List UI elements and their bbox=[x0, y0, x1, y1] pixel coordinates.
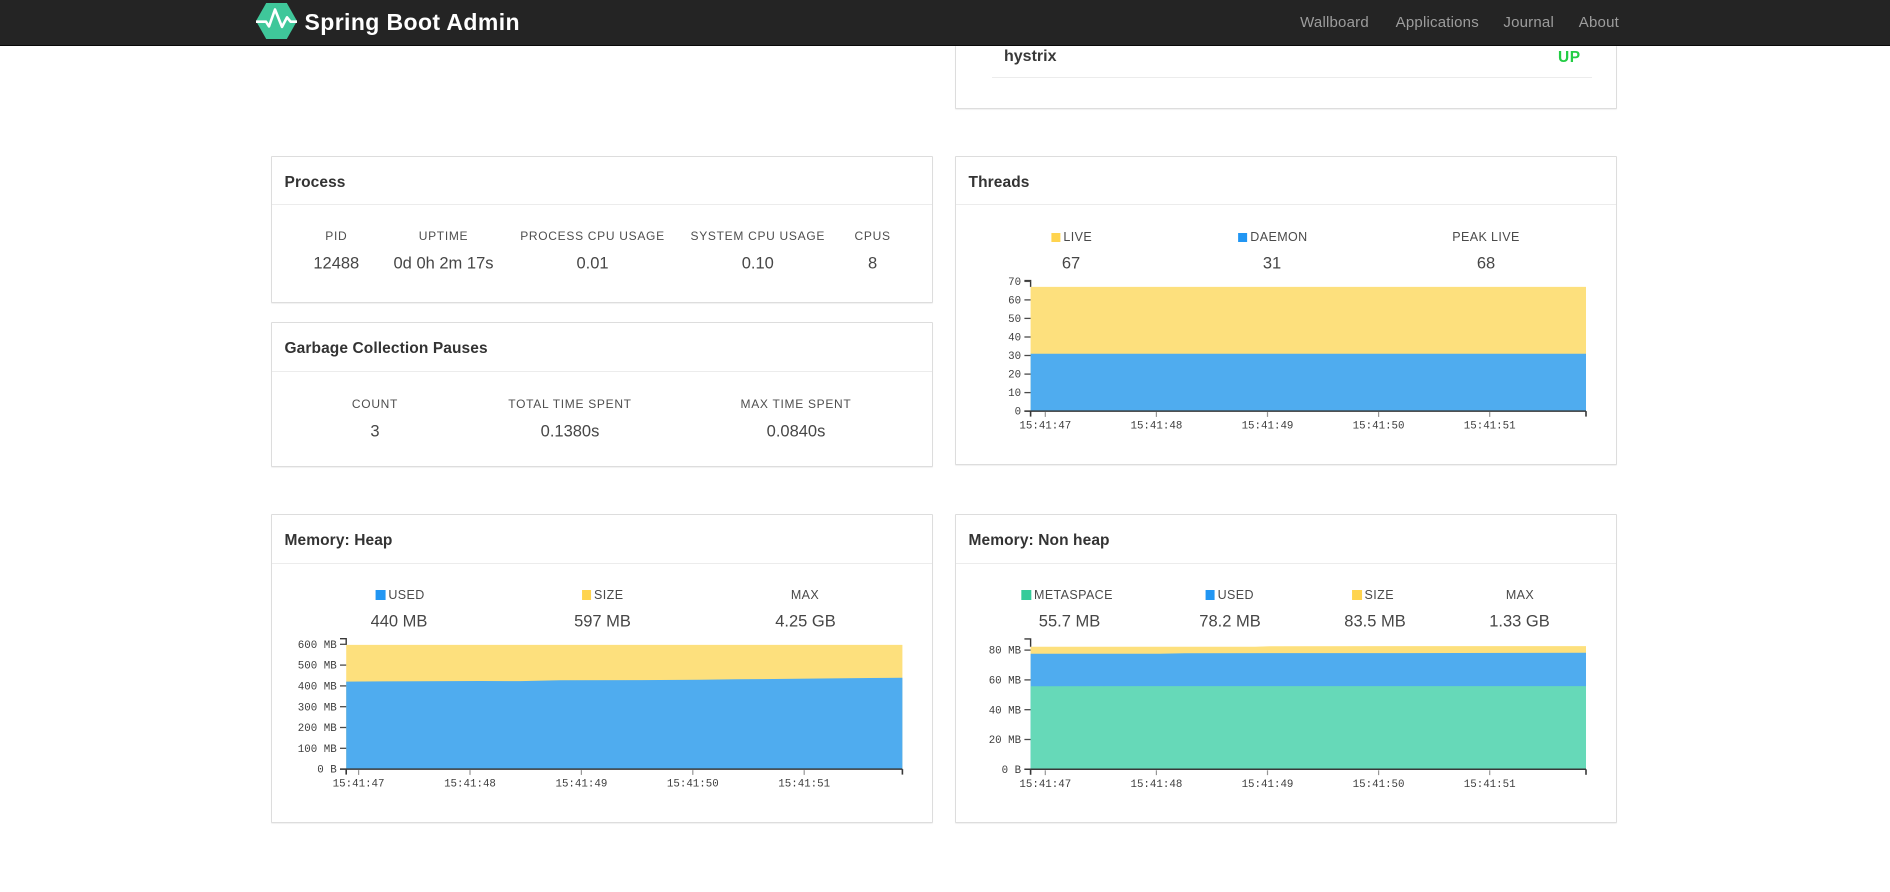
svg-text:60 MB: 60 MB bbox=[989, 676, 1022, 688]
svg-text:20 MB: 20 MB bbox=[989, 735, 1022, 747]
svg-text:15:41:48: 15:41:48 bbox=[444, 779, 496, 791]
svg-text:60: 60 bbox=[1008, 296, 1021, 308]
svg-text:15:41:49: 15:41:49 bbox=[1242, 779, 1294, 791]
svg-text:15:41:47: 15:41:47 bbox=[1019, 421, 1071, 433]
svg-text:10: 10 bbox=[1008, 388, 1021, 400]
svg-text:300 MB: 300 MB bbox=[298, 702, 337, 714]
svg-text:0: 0 bbox=[1015, 407, 1021, 419]
svg-text:40 MB: 40 MB bbox=[989, 705, 1022, 717]
svg-text:20: 20 bbox=[1008, 370, 1021, 382]
svg-text:70: 70 bbox=[1008, 277, 1021, 289]
svg-text:15:41:50: 15:41:50 bbox=[1353, 421, 1405, 433]
svg-text:15:41:47: 15:41:47 bbox=[1019, 779, 1071, 791]
svg-text:500 MB: 500 MB bbox=[298, 661, 337, 673]
svg-text:15:41:51: 15:41:51 bbox=[778, 779, 830, 791]
svg-text:15:41:51: 15:41:51 bbox=[1464, 779, 1516, 791]
svg-text:15:41:48: 15:41:48 bbox=[1130, 779, 1182, 791]
svg-text:15:41:51: 15:41:51 bbox=[1464, 421, 1516, 433]
svg-text:100 MB: 100 MB bbox=[298, 744, 337, 756]
svg-text:15:41:47: 15:41:47 bbox=[333, 779, 385, 791]
svg-text:30: 30 bbox=[1008, 351, 1021, 363]
svg-text:15:41:48: 15:41:48 bbox=[1130, 421, 1182, 433]
svg-text:40: 40 bbox=[1008, 333, 1021, 345]
svg-text:15:41:50: 15:41:50 bbox=[667, 779, 719, 791]
svg-text:0 B: 0 B bbox=[317, 765, 337, 777]
svg-text:0 B: 0 B bbox=[1002, 765, 1022, 777]
svg-text:50: 50 bbox=[1008, 314, 1021, 326]
svg-text:400 MB: 400 MB bbox=[298, 682, 337, 694]
svg-text:80 MB: 80 MB bbox=[989, 646, 1022, 658]
svg-text:200 MB: 200 MB bbox=[298, 723, 337, 735]
svg-text:600 MB: 600 MB bbox=[298, 640, 337, 652]
svg-text:15:41:49: 15:41:49 bbox=[1242, 421, 1294, 433]
svg-text:15:41:49: 15:41:49 bbox=[555, 779, 607, 791]
svg-text:15:41:50: 15:41:50 bbox=[1353, 779, 1405, 791]
